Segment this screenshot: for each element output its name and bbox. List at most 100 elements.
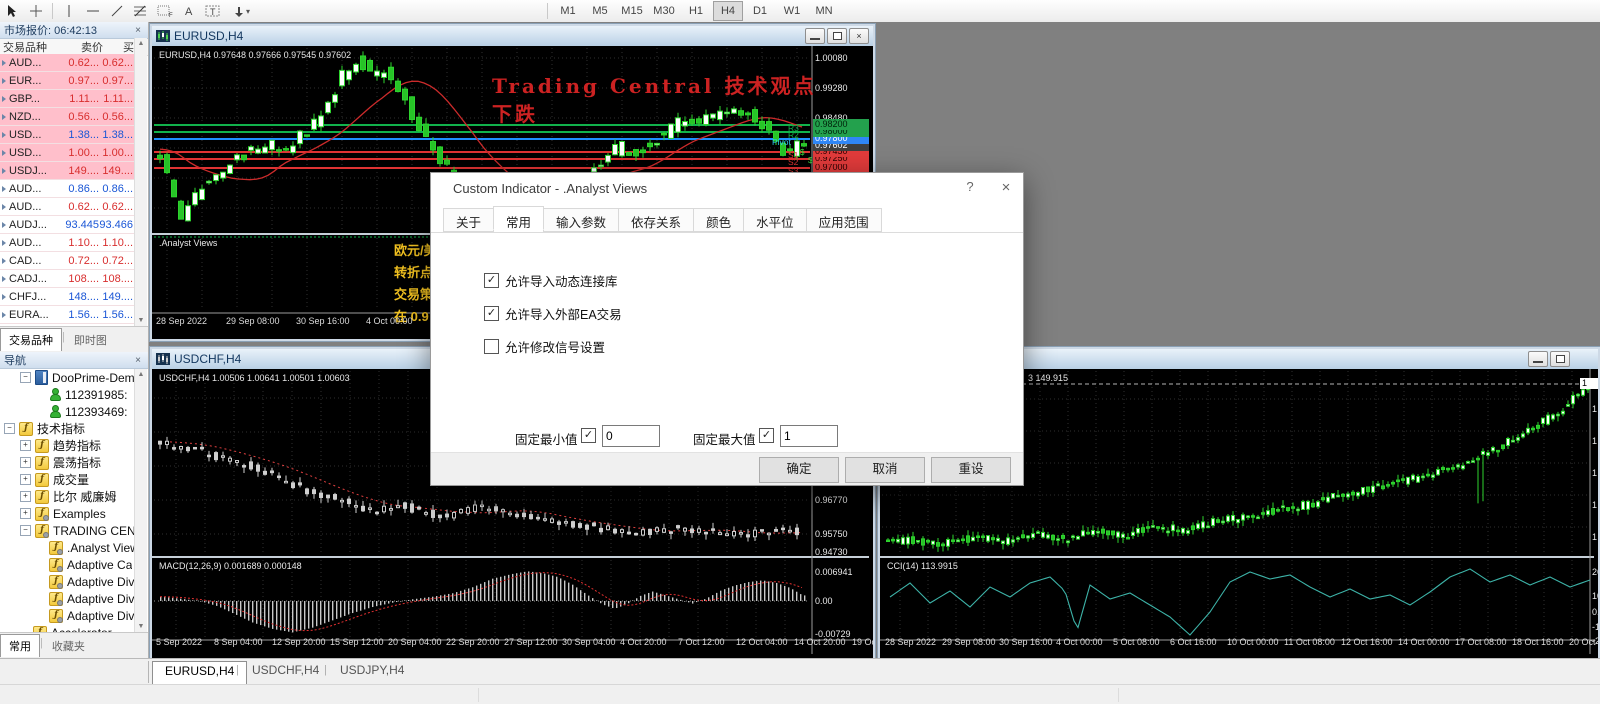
nav-item-5[interactable]: +ƒ震荡指标 (0, 454, 134, 471)
chart-tab-USDJPYH4[interactable]: USDJPY,H4 (328, 661, 416, 685)
plus-expand-icon[interactable]: + (20, 491, 31, 502)
column-symbol[interactable]: 交易品种 (0, 39, 64, 55)
dialog-tab-4[interactable]: 颜色 (693, 208, 744, 232)
dialog-tab-5[interactable]: 水平位 (743, 208, 807, 232)
market-row-AUD[interactable]: AUD...1.10...1.10... (0, 234, 134, 252)
restore-icon[interactable] (1550, 351, 1570, 367)
timeframe-D1[interactable]: D1 (745, 1, 775, 21)
fibonacci-tool[interactable] (129, 1, 153, 21)
timeframe-H1[interactable]: H1 (681, 1, 711, 21)
plus-expand-icon[interactable]: + (20, 440, 31, 451)
nav-item-3[interactable]: −ƒ技术指标 (0, 420, 134, 437)
nav-item-6[interactable]: +ƒ成交量 (0, 471, 134, 488)
plus-expand-icon[interactable]: + (20, 474, 31, 485)
nav-item-1[interactable]: 112391985: (0, 386, 134, 403)
fixed-max-checkbox[interactable]: ✓ (759, 428, 774, 443)
minimize-icon[interactable] (1528, 351, 1548, 367)
nav-item-9[interactable]: −ƒTRADING CENTRAL (0, 522, 134, 539)
plus-expand-icon[interactable]: + (20, 508, 31, 519)
checkbox-unchecked-icon[interactable] (484, 339, 499, 354)
dialog-tab-1[interactable]: 常用 (493, 206, 544, 230)
reset-button[interactable]: 重设 (931, 457, 1011, 483)
timeframe-M15[interactable]: M15 (617, 1, 647, 21)
market-row-EURA[interactable]: EURA...1.56...1.56... (0, 306, 134, 324)
help-icon[interactable]: ? (959, 179, 981, 194)
dialog-tab-0[interactable]: 关于 (443, 208, 494, 232)
ok-button[interactable]: 确定 (759, 457, 839, 483)
market-watch-tab-0[interactable]: 交易品种 (0, 328, 62, 351)
market-row-NZD[interactable]: NZD...0.56...0.56... (0, 108, 134, 126)
close-icon[interactable]: × (132, 25, 144, 36)
nav-item-11[interactable]: ƒAdaptive Ca (0, 556, 134, 573)
ask-value: 1.38... (99, 129, 133, 141)
minimize-icon[interactable] (805, 28, 825, 44)
timeframe-MN[interactable]: MN (809, 1, 839, 21)
vertical-line-tool[interactable] (57, 1, 81, 21)
nav-item-8[interactable]: +ƒExamples (0, 505, 134, 522)
timeframe-M5[interactable]: M5 (585, 1, 615, 21)
eurusd-titlebar[interactable]: EURUSD,H4 × (152, 26, 873, 46)
dialog-titlebar[interactable]: Custom Indicator - .Analyst Views (431, 173, 1023, 203)
crosshair-tool[interactable] (24, 1, 48, 21)
market-row-USD[interactable]: USD...1.00...1.00... (0, 144, 134, 162)
dialog-tab-3[interactable]: 依存关系 (618, 208, 694, 232)
market-row-AUD[interactable]: AUD...0.62...0.62... (0, 198, 134, 216)
minus-expand-icon[interactable]: − (4, 423, 15, 434)
restore-icon[interactable] (827, 28, 847, 44)
cancel-button[interactable]: 取消 (845, 457, 925, 483)
nav-item-12[interactable]: ƒAdaptive Div (0, 573, 134, 590)
timeframe-M30[interactable]: M30 (649, 1, 679, 21)
text-tool[interactable]: A (177, 1, 201, 21)
timeframe-W1[interactable]: W1 (777, 1, 807, 21)
text-label-tool[interactable]: T (201, 1, 225, 21)
channel-tool[interactable]: F (153, 1, 177, 21)
market-row-AUDJ[interactable]: AUDJ...93.44593.466 (0, 216, 134, 234)
nav-item-7[interactable]: +ƒ比尔 威廉姆 (0, 488, 134, 505)
navigator-tab-1[interactable]: 收藏夹 (43, 634, 94, 658)
navigator-tab-0[interactable]: 常用 (0, 634, 40, 657)
nav-item-4[interactable]: +ƒ趋势指标 (0, 437, 134, 454)
market-watch-titlebar[interactable]: 市场报价: 06:42:13 × (0, 22, 148, 39)
navigator-titlebar[interactable]: 导航 × (0, 352, 148, 369)
fixed-min-checkbox[interactable]: ✓ (581, 428, 596, 443)
nav-item-13[interactable]: ƒAdaptive Div (0, 590, 134, 607)
market-row-CADJ[interactable]: CADJ...108....108.... (0, 270, 134, 288)
nav-item-0[interactable]: −DooPrime-Demo (0, 369, 134, 386)
close-icon[interactable]: × (849, 28, 869, 44)
arrows-tool[interactable]: ▾ (225, 1, 257, 21)
market-row-USDJ[interactable]: USDJ...149....149.... (0, 162, 134, 180)
market-row-USD[interactable]: USD...1.38...1.38... (0, 126, 134, 144)
trendline-tool[interactable] (105, 1, 129, 21)
plus-expand-icon[interactable]: + (20, 457, 31, 468)
checkbox-checked-icon[interactable]: ✓ (484, 306, 499, 321)
market-row-CHFJ[interactable]: CHFJ...148....149.... (0, 288, 134, 306)
minus-expand-icon[interactable]: − (20, 372, 31, 383)
market-watch-scrollbar[interactable]: ▲ ▼ (134, 38, 147, 326)
market-row-EUR[interactable]: EUR...0.97...0.97... (0, 72, 134, 90)
nav-item-2[interactable]: 112393469: (0, 403, 134, 420)
nav-item-14[interactable]: ƒAdaptive Div (0, 607, 134, 624)
navigator-scrollbar[interactable]: ▲ ▼ (134, 369, 147, 632)
timeframe-M1[interactable]: M1 (553, 1, 583, 21)
nav-item-15[interactable]: ƒAccelerator (0, 624, 134, 632)
dialog-tab-6[interactable]: 应用范围 (806, 208, 882, 232)
market-row-GBP[interactable]: GBP...1.11...1.11... (0, 90, 134, 108)
checkbox-checked-icon[interactable]: ✓ (484, 273, 499, 288)
timeframe-H4[interactable]: H4 (713, 1, 743, 21)
market-watch-tab-1[interactable]: 即时图 (65, 328, 116, 352)
cursor-tool[interactable] (0, 1, 24, 21)
nav-item-10[interactable]: ƒ.Analyst Views (0, 539, 134, 556)
minus-expand-icon[interactable]: − (20, 525, 31, 536)
market-row-CAD[interactable]: CAD...0.72...0.72... (0, 252, 134, 270)
horizontal-line-tool[interactable] (81, 1, 105, 21)
analyst-views-text-line: 转折点 (394, 262, 433, 281)
market-row-AUD[interactable]: AUD...0.62...0.62... (0, 54, 134, 72)
close-icon[interactable]: × (132, 355, 144, 366)
dialog-tab-2[interactable]: 输入参数 (543, 208, 619, 232)
chart-tab-USDCHFH4[interactable]: USDCHF,H4 (240, 661, 331, 685)
fixed-max-input[interactable] (780, 425, 838, 447)
fixed-min-input[interactable] (602, 425, 660, 447)
column-bid[interactable]: 卖价 (64, 39, 106, 55)
market-row-AUD[interactable]: AUD...0.86...0.86... (0, 180, 134, 198)
close-icon[interactable]: × (995, 179, 1017, 196)
